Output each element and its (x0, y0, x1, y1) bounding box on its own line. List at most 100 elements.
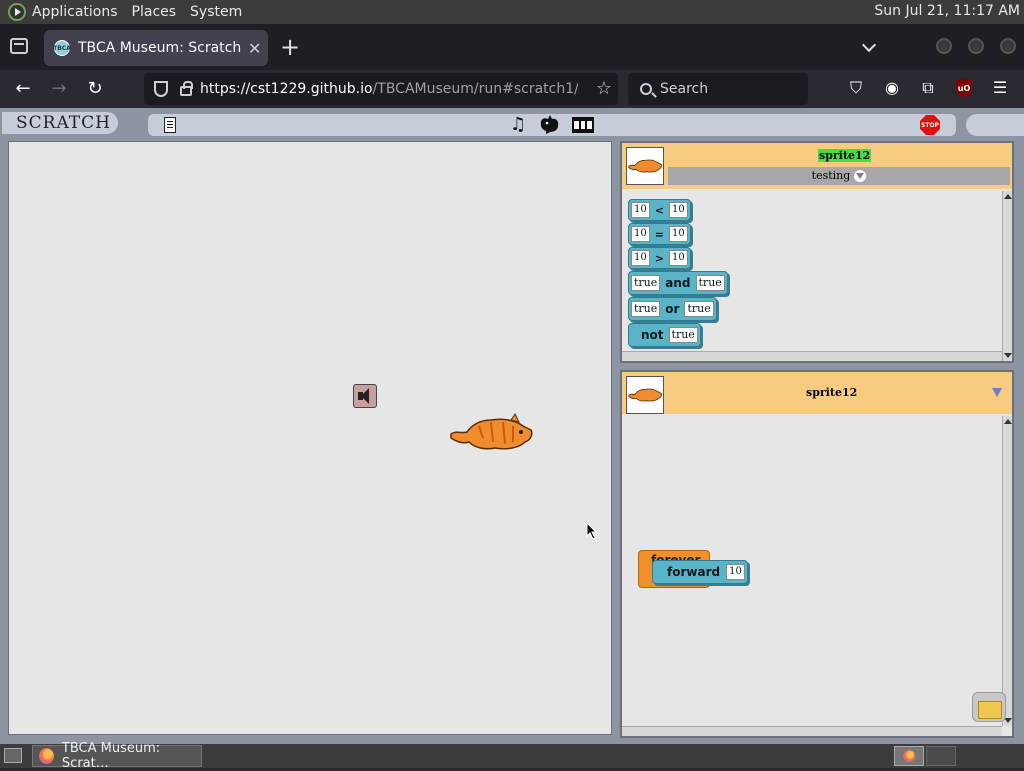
menu-system[interactable]: System (190, 4, 242, 20)
os-top-panel: Applications Places System Sun Jul 21, 1… (0, 0, 1024, 24)
navigation-toolbar: ← → ↻ https://cst1229.github.io/TBCAMuse… (0, 70, 1024, 108)
menu-applications[interactable]: Applications (32, 4, 118, 20)
block-input[interactable]: 10 (726, 564, 745, 580)
back-arrow-icon[interactable]: ← (12, 78, 34, 99)
scroll-down-icon[interactable] (1004, 353, 1012, 358)
sprite-name-label[interactable]: sprite12 (806, 386, 857, 399)
forward-arrow-icon[interactable]: → (48, 78, 70, 99)
not-block[interactable]: not true (628, 323, 701, 347)
minimize-window-button[interactable] (936, 38, 952, 54)
sprite-header: sprite12 testing (622, 143, 1012, 189)
toolbar-endcap (966, 114, 1024, 136)
maximize-window-button[interactable] (968, 38, 984, 54)
browser-tab-active[interactable]: TBCA TBCA Museum: Scratch11Or ✕ (44, 30, 268, 66)
close-tab-icon[interactable]: ✕ (248, 39, 261, 58)
cat-sprite[interactable] (449, 412, 533, 460)
palette-hscrollbar[interactable] (622, 351, 1002, 361)
sprite-thumbnail[interactable] (626, 147, 664, 185)
taskbar-window-title: TBCA Museum: Scrat… (61, 741, 161, 771)
forward-block[interactable]: forward 10 (652, 560, 748, 584)
reload-icon[interactable]: ↻ (84, 78, 106, 99)
script-selector-value: testing (811, 169, 851, 182)
film-icon[interactable] (572, 115, 594, 140)
block-operator: or (665, 302, 680, 316)
speaker-sound-icon[interactable] (353, 384, 377, 408)
and-block[interactable]: true and true (628, 271, 728, 295)
scratch-logo: SCRATCH (2, 112, 118, 134)
stop-sign-icon[interactable]: STOP (920, 115, 940, 135)
url-text[interactable]: https://cst1229.github.io/TBCAMuseum/run… (200, 81, 578, 97)
scroll-up-icon[interactable] (1004, 194, 1012, 199)
clock[interactable]: Sun Jul 21, 11:17 AM (874, 3, 1020, 19)
scratch-app: SCRATCH ♫ STOP sprite12 testing 10 < 10 … (0, 108, 1024, 744)
block-input[interactable]: 10 (631, 202, 650, 218)
block-input[interactable]: true (695, 275, 725, 291)
tab-title: TBCA Museum: Scratch11Or (78, 40, 242, 56)
stage[interactable] (8, 141, 612, 735)
new-tab-icon[interactable]: + (280, 33, 300, 61)
scratch-toolbar: ♫ STOP (148, 114, 956, 136)
folder-icon[interactable] (972, 692, 1006, 722)
block-input[interactable]: true (631, 275, 661, 291)
url-bar[interactable]: https://cst1229.github.io/TBCAMuseum/run… (144, 73, 618, 105)
tracking-shield-icon[interactable] (154, 81, 168, 97)
account-icon[interactable]: ◉ (881, 78, 903, 97)
block-operator: < (654, 203, 664, 217)
bookmark-star-icon[interactable]: ☆ (596, 78, 612, 99)
palette-scrollbar[interactable] (1002, 191, 1012, 361)
or-block[interactable]: true or true (628, 297, 717, 321)
cat-icon[interactable] (538, 113, 562, 140)
ublock-origin-icon[interactable]: uO (956, 79, 972, 97)
block-input[interactable]: 10 (668, 202, 688, 218)
block-operator: and (665, 276, 691, 290)
sprite-menu-arrow-icon[interactable] (992, 388, 1002, 397)
equals-block[interactable]: 10 = 10 (628, 223, 691, 245)
sprite-header: sprite12 (622, 372, 1012, 414)
less-than-block[interactable]: 10 <10 (628, 199, 691, 221)
mouse-cursor-icon (586, 522, 598, 540)
close-window-button[interactable] (1000, 38, 1016, 54)
workspace-2[interactable] (926, 746, 956, 766)
file-menu-icon[interactable] (164, 117, 176, 133)
block-input[interactable]: true (668, 327, 698, 343)
firefox-icon (39, 748, 54, 764)
music-note-icon[interactable]: ♫ (510, 114, 526, 135)
sprite-thumbnail[interactable] (626, 376, 664, 414)
tab-favicon-icon: TBCA (53, 40, 71, 56)
hamburger-menu-icon[interactable]: ☰ (989, 78, 1011, 97)
workspace-1[interactable] (894, 746, 924, 766)
block-operator: = (654, 227, 664, 241)
block-input[interactable]: 10 (631, 250, 650, 266)
script-selector[interactable]: testing (668, 167, 1010, 185)
sprite-name-label[interactable]: sprite12 (818, 149, 872, 162)
scroll-up-icon[interactable] (1004, 419, 1012, 424)
script-area-pane: sprite12 forever forward10 (620, 370, 1014, 738)
extensions-icon[interactable]: ⧉ (917, 78, 939, 98)
pocket-icon[interactable]: ⛉ (845, 78, 867, 98)
search-placeholder: Search (660, 81, 709, 97)
tab-overflow-chevron-icon[interactable] (861, 37, 877, 53)
script-hscrollbar[interactable] (622, 726, 1002, 736)
block-input[interactable]: true (631, 301, 661, 317)
block-input[interactable]: 10 (668, 226, 688, 242)
lock-icon[interactable] (180, 81, 193, 96)
script-scrollbar[interactable] (1002, 416, 1012, 726)
distro-logo-icon[interactable] (8, 3, 26, 21)
tab-strip: TBCA TBCA Museum: Scratch11Or ✕ + (0, 24, 1024, 70)
list-all-tabs-icon[interactable] (10, 38, 28, 54)
dropdown-arrow-icon[interactable] (854, 170, 867, 182)
greater-than-block[interactable]: 10 >10 (628, 247, 691, 269)
show-desktop-icon[interactable] (4, 748, 22, 763)
block-input[interactable]: 10 (668, 250, 688, 266)
taskbar-firefox-window[interactable]: TBCA Museum: Scrat… (32, 741, 202, 771)
block-operator: not (641, 328, 664, 342)
search-icon (640, 83, 652, 95)
blocks-palette-pane: sprite12 testing 10 <10 10 = 10 10 >10 true a… (620, 141, 1014, 363)
menu-places[interactable]: Places (132, 4, 177, 20)
firefox-icon (903, 750, 915, 762)
search-box[interactable]: Search (628, 73, 808, 105)
block-operator: > (654, 251, 664, 265)
scratch-top-bar: SCRATCH ♫ STOP (0, 110, 1024, 136)
block-input[interactable]: 10 (631, 226, 650, 242)
block-input[interactable]: true (684, 301, 714, 317)
